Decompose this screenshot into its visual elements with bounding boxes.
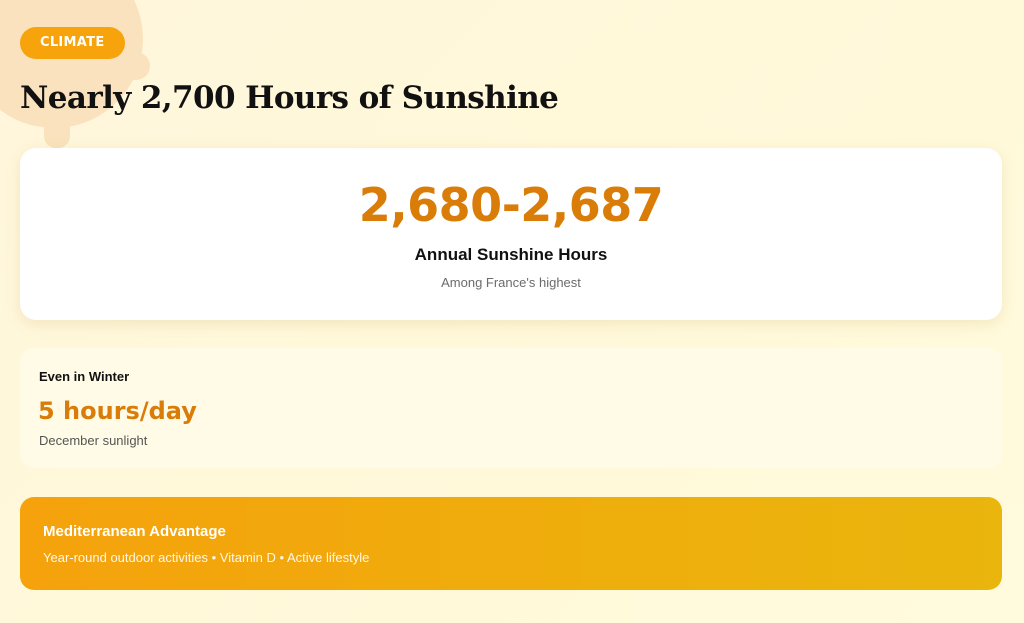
sun-decoration-bump <box>122 52 150 80</box>
winter-caption: December sunlight <box>39 433 148 448</box>
category-tag: CLIMATE <box>20 27 125 59</box>
sunshine-hours-label: Annual Sunshine Hours <box>414 245 608 264</box>
winter-value: 5 hours/day <box>38 397 197 425</box>
sunshine-hours-caption: Among France's highest <box>441 275 581 290</box>
advantage-title: Mediterranean Advantage <box>43 523 226 540</box>
sunshine-hours-value: 2,680-2,687 <box>358 178 664 232</box>
sunshine-hours-card: 2,680-2,687 Annual Sunshine Hours Among … <box>20 148 1002 320</box>
winter-heading: Even in Winter <box>39 369 130 384</box>
page-title: Nearly 2,700 Hours of Sunshine <box>20 80 559 116</box>
advantage-subtitle: Year-round outdoor activities • Vitamin … <box>43 550 370 565</box>
sun-decoration-drip <box>44 118 70 148</box>
winter-sunlight-card: Even in Winter 5 hours/day December sunl… <box>20 348 1002 468</box>
mediterranean-advantage-banner: Mediterranean Advantage Year-round outdo… <box>20 497 1002 590</box>
